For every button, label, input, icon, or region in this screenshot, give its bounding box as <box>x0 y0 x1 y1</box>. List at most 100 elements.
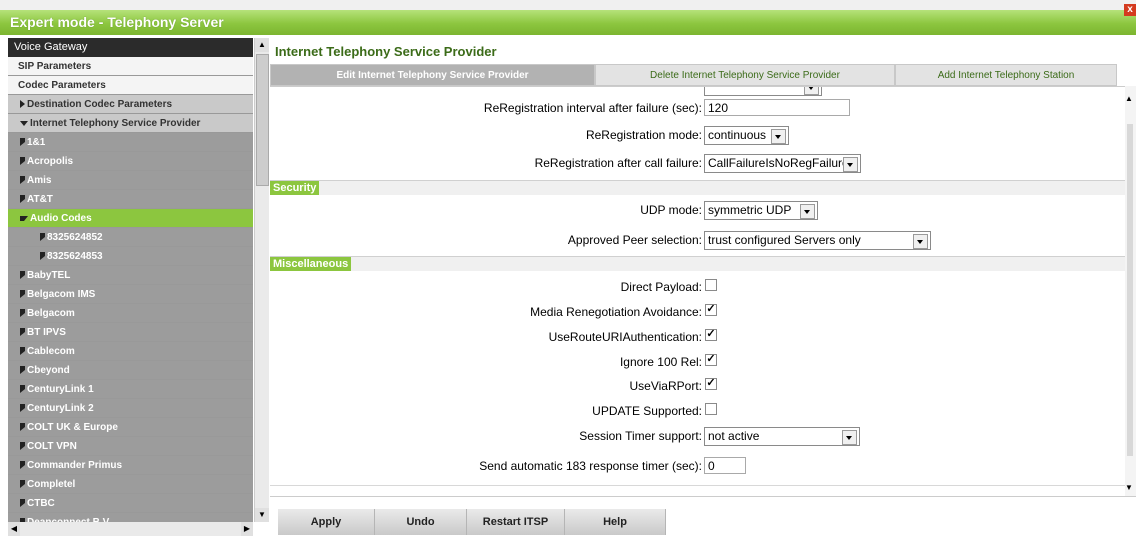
auto-183-timer-input[interactable]: 0 <box>704 457 746 474</box>
tab-delete-itsp[interactable]: Delete Internet Telephony Service Provid… <box>595 64 895 86</box>
sidebar-item[interactable]: CenturyLink 1 <box>8 380 253 399</box>
sidebar-item-label: Cablecom <box>27 346 75 357</box>
sidebar-item[interactable]: Cbeyond <box>8 361 253 380</box>
scroll-left-icon[interactable]: ◀ <box>8 522 20 536</box>
sidebar-item[interactable]: 8325624852 <box>8 228 253 247</box>
collapsed-arrow-icon[interactable] <box>20 442 25 451</box>
ignore-100-rel-checkbox[interactable]: ✓ <box>705 354 717 366</box>
collapsed-arrow-icon[interactable] <box>40 252 45 261</box>
expanded-arrow-icon[interactable] <box>20 215 28 221</box>
restart-itsp-button[interactable]: Restart ITSP <box>467 509 565 535</box>
update-supported-checkbox[interactable] <box>705 403 717 415</box>
reregistration-mode-select[interactable]: continuous <box>704 126 789 145</box>
media-renegotiation-checkbox[interactable]: ✓ <box>705 304 717 316</box>
sidebar-item[interactable]: Completel <box>8 475 253 494</box>
sidebar-item[interactable]: Acropolis <box>8 152 253 171</box>
sidebar-item[interactable]: AT&T <box>8 190 253 209</box>
sidebar-item[interactable]: SIP Parameters <box>8 57 253 76</box>
direct-payload-checkbox[interactable] <box>705 279 717 291</box>
collapsed-arrow-icon[interactable] <box>20 499 25 508</box>
sidebar-header[interactable]: Voice Gateway <box>8 38 253 57</box>
collapsed-arrow-icon[interactable] <box>20 157 25 166</box>
collapsed-arrow-icon[interactable] <box>20 461 25 470</box>
scroll-up-icon[interactable]: ▲ <box>255 38 269 52</box>
scroll-up-icon[interactable]: ▲ <box>1125 94 1133 103</box>
scroll-track[interactable] <box>1127 124 1133 456</box>
collapsed-arrow-icon[interactable] <box>40 233 45 242</box>
field-label: UseViaRPort: <box>629 379 702 393</box>
form-row: UDP mode: symmetric UDP <box>270 199 1125 223</box>
sidebar-item[interactable]: BT IPVS <box>8 323 253 342</box>
sidebar-item[interactable]: Cablecom <box>8 342 253 361</box>
collapsed-arrow-icon[interactable] <box>20 138 25 147</box>
undo-button[interactable]: Undo <box>375 509 467 535</box>
collapsed-arrow-icon[interactable] <box>20 347 25 356</box>
collapsed-arrow-icon[interactable] <box>20 290 25 299</box>
collapsed-arrow-icon[interactable] <box>20 176 25 185</box>
help-button[interactable]: Help <box>565 509 666 535</box>
field-label: Approved Peer selection: <box>567 233 702 247</box>
apply-button[interactable]: Apply <box>278 509 375 535</box>
collapsed-arrow-icon[interactable] <box>20 328 25 337</box>
sidebar-item[interactable]: Codec Parameters <box>8 76 253 95</box>
session-timer-select[interactable]: not active <box>704 427 860 446</box>
sidebar-item-label: Amis <box>27 175 52 186</box>
sidebar-item[interactable]: Belgacom <box>8 304 253 323</box>
sidebar-horizontal-scrollbar[interactable]: ◀ ▶ <box>8 522 253 536</box>
sidebar-item[interactable]: BabyTEL <box>8 266 253 285</box>
reregistration-call-failure-select[interactable]: CallFailureIsNoRegFailure <box>704 154 861 173</box>
collapsed-arrow-icon[interactable] <box>20 100 25 109</box>
collapsed-arrow-icon[interactable] <box>20 366 25 375</box>
expanded-arrow-icon[interactable] <box>20 120 28 126</box>
sidebar-item[interactable]: COLT UK & Europe <box>8 418 253 437</box>
form-row: Send automatic 183 response timer (sec):… <box>270 455 1125 479</box>
chevron-down-icon <box>913 234 928 249</box>
partial-select[interactable] <box>704 87 822 96</box>
scroll-thumb[interactable] <box>256 54 269 186</box>
field-label: Media Renegotiation Avoidance: <box>530 305 702 319</box>
sidebar-item[interactable]: Commander Primus <box>8 456 253 475</box>
sidebar-item[interactable]: Destination Codec Parameters <box>8 95 253 114</box>
tab-edit-itsp[interactable]: Edit Internet Telephony Service Provider <box>270 64 595 86</box>
collapsed-arrow-icon[interactable] <box>20 404 25 413</box>
collapsed-arrow-icon[interactable] <box>20 271 25 280</box>
form-row: ReRegistration mode: continuous <box>270 124 1125 148</box>
form-row: Session Timer support: not active <box>270 425 1125 449</box>
tab-bar: Edit Internet Telephony Service Provider… <box>270 64 1117 86</box>
udp-mode-select[interactable]: symmetric UDP <box>704 201 818 220</box>
sidebar-item[interactable]: Amis <box>8 171 253 190</box>
form-row: UseViaRPort: ✓ <box>270 375 1125 399</box>
tab-add-station[interactable]: Add Internet Telephony Station <box>895 64 1117 86</box>
sidebar-item[interactable]: 8325624853 <box>8 247 253 266</box>
sidebar-item[interactable]: Internet Telephony Service Provider <box>8 114 253 133</box>
sidebar-item[interactable]: Deanconnect B.V. <box>8 513 253 522</box>
select-value: continuous <box>708 128 767 142</box>
scroll-down-icon[interactable]: ▼ <box>1125 483 1133 492</box>
sidebar-vertical-scrollbar[interactable]: ▲ ▼ <box>254 38 269 522</box>
sidebar-item[interactable]: COLT VPN <box>8 437 253 456</box>
sidebar-item[interactable]: Belgacom IMS <box>8 285 253 304</box>
collapsed-arrow-icon[interactable] <box>20 309 25 318</box>
sidebar-item-label: 8325624852 <box>47 232 103 243</box>
scroll-down-icon[interactable]: ▼ <box>255 508 269 522</box>
sidebar-item[interactable]: Audio Codes <box>8 209 253 228</box>
sidebar-item[interactable]: CenturyLink 2 <box>8 399 253 418</box>
close-icon[interactable]: x <box>1124 4 1136 16</box>
content-scrollbar[interactable]: ▲ ▼ <box>1125 86 1136 496</box>
scroll-right-icon[interactable]: ▶ <box>241 522 253 536</box>
form-row: UPDATE Supported: <box>270 400 1125 424</box>
collapsed-arrow-icon[interactable] <box>20 385 25 394</box>
sidebar-item[interactable]: 1&1 <box>8 133 253 152</box>
route-uri-auth-checkbox[interactable]: ✓ <box>705 329 717 341</box>
sidebar-item-label: COLT UK & Europe <box>27 422 118 433</box>
collapsed-arrow-icon[interactable] <box>20 480 25 489</box>
section-title: Security <box>270 181 320 195</box>
collapsed-arrow-icon[interactable] <box>20 195 25 204</box>
collapsed-arrow-icon[interactable] <box>20 423 25 432</box>
sidebar-item[interactable]: CTBC <box>8 494 253 513</box>
page-title: Internet Telephony Service Provider <box>275 44 497 59</box>
sidebar-item-label: Acropolis <box>27 156 74 167</box>
approved-peer-select[interactable]: trust configured Servers only <box>704 231 931 250</box>
use-via-rport-checkbox[interactable]: ✓ <box>705 378 717 390</box>
reregistration-interval-input[interactable]: 120 <box>704 99 850 116</box>
